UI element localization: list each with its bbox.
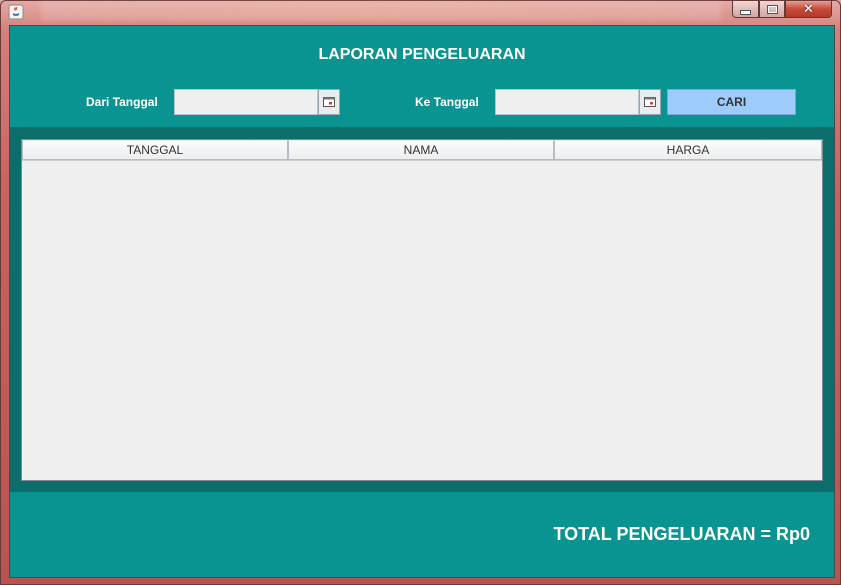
- to-date-input[interactable]: [495, 89, 639, 115]
- close-button[interactable]: ✕: [785, 1, 832, 18]
- maximize-icon: [766, 4, 778, 14]
- column-header-harga[interactable]: HARGA: [554, 140, 822, 160]
- window-frame: ✕ LAPORAN PENGELUARAN Dari Tanggal Ke Ta…: [0, 0, 841, 585]
- to-date-label: Ke Tanggal: [415, 95, 479, 109]
- minimize-button[interactable]: [732, 1, 759, 18]
- maximize-button[interactable]: [759, 1, 785, 18]
- close-icon: ✕: [803, 1, 814, 17]
- page-title: LAPORAN PENGELUARAN: [318, 46, 526, 63]
- table-body[interactable]: [22, 161, 822, 480]
- minimize-icon: [740, 9, 751, 15]
- from-date-picker-button[interactable]: [318, 89, 340, 115]
- title-bar-background: [41, 1, 721, 21]
- expense-table[interactable]: TANGGAL NAMA HARGA: [21, 139, 823, 481]
- from-date-input[interactable]: [174, 89, 318, 115]
- column-header-nama[interactable]: NAMA: [288, 140, 554, 160]
- to-date-picker-button[interactable]: [639, 89, 661, 115]
- title-bar[interactable]: ✕: [1, 1, 841, 23]
- java-app-icon: [8, 4, 24, 20]
- total-expense-label: TOTAL PENGELUARAN = Rp0: [553, 524, 810, 544]
- calendar-icon: [644, 97, 656, 107]
- total-panel: TOTAL PENGELUARAN = Rp0: [10, 492, 834, 577]
- client-area: LAPORAN PENGELUARAN Dari Tanggal Ke Tang…: [9, 25, 835, 578]
- column-header-tanggal[interactable]: TANGGAL: [22, 140, 288, 160]
- calendar-icon: [323, 97, 335, 107]
- table-header: TANGGAL NAMA HARGA: [22, 140, 822, 161]
- from-date-label: Dari Tanggal: [86, 95, 158, 109]
- search-button[interactable]: CARI: [667, 89, 796, 115]
- filter-panel: LAPORAN PENGELUARAN Dari Tanggal Ke Tang…: [10, 26, 834, 127]
